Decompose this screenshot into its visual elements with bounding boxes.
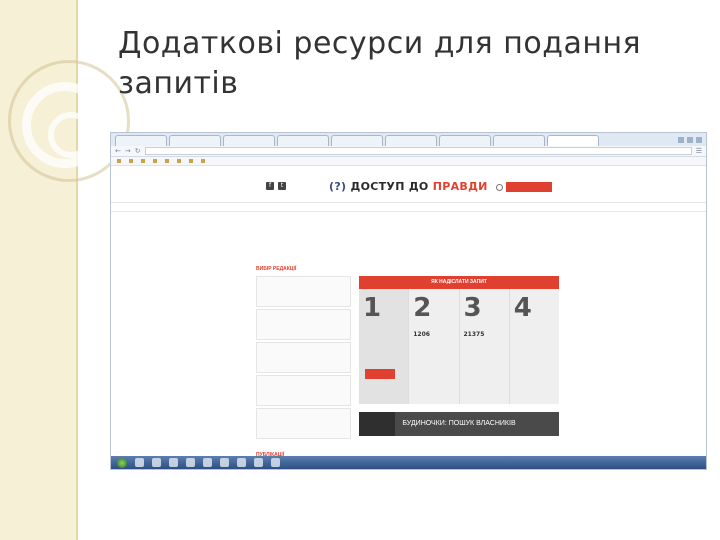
site-main-nav xyxy=(111,202,706,212)
window-controls xyxy=(678,136,706,143)
decorative-ring xyxy=(48,112,94,158)
news-list xyxy=(256,276,351,441)
site-header: f t (?) ДОСТУП ДО ПРАВДИ xyxy=(111,172,706,202)
browser-tab-bar xyxy=(111,133,706,146)
bookmarks-bar xyxy=(111,157,706,166)
news-item[interactable] xyxy=(256,342,351,373)
news-item[interactable] xyxy=(256,309,351,340)
reload-icon[interactable]: ↻ xyxy=(135,147,141,156)
bookmark-item[interactable] xyxy=(141,159,147,164)
step-4[interactable]: 4 xyxy=(510,289,559,404)
step-number: 4 xyxy=(513,293,532,323)
how-to-title: ЯК НАДІСЛАТИ ЗАПИТ xyxy=(359,276,559,289)
bookmark-item[interactable] xyxy=(177,159,183,164)
editors-choice-label: ВИБІР РЕДАКЦІЇ xyxy=(256,266,297,272)
back-icon[interactable]: ← xyxy=(115,147,121,156)
bookmark-item[interactable] xyxy=(189,159,195,164)
minimize-icon[interactable] xyxy=(678,136,684,143)
promo-banner[interactable]: БУДИНОЧКИ: ПОШУК ВЛАСНИКІВ xyxy=(359,412,559,436)
how-to-send-request-panel: ЯК НАДІСЛАТИ ЗАПИТ 1 2 1206 3 21375 4 xyxy=(359,276,559,404)
url-input[interactable] xyxy=(144,147,692,155)
web-page: f t (?) ДОСТУП ДО ПРАВДИ ВИБІР РЕДАКЦІЇ xyxy=(111,166,706,469)
bookmark-item[interactable] xyxy=(117,159,123,164)
step-number: 3 xyxy=(463,293,482,323)
browser-tab[interactable] xyxy=(331,135,383,146)
taskbar-app-icon[interactable] xyxy=(203,458,212,467)
news-item[interactable] xyxy=(256,375,351,406)
news-item[interactable] xyxy=(256,408,351,439)
news-item[interactable] xyxy=(256,276,351,307)
maximize-icon[interactable] xyxy=(687,136,693,143)
bookmark-item[interactable] xyxy=(165,159,171,164)
logo-text-part1: ДОСТУП ДО xyxy=(350,180,429,193)
bookmark-item[interactable] xyxy=(201,159,207,164)
start-button-icon[interactable] xyxy=(117,457,127,468)
create-request-button[interactable] xyxy=(365,369,395,379)
taskbar-app-icon[interactable] xyxy=(237,458,246,467)
step-2[interactable]: 2 1206 xyxy=(409,289,460,404)
site-logo[interactable]: (?) ДОСТУП ДО ПРАВДИ xyxy=(329,180,488,193)
browser-tab[interactable] xyxy=(385,135,437,146)
bookmark-item[interactable] xyxy=(129,159,135,164)
step-3[interactable]: 3 21375 xyxy=(460,289,510,404)
logo-text-part2: ПРАВДИ xyxy=(432,180,488,193)
taskbar-app-icon[interactable] xyxy=(254,458,263,467)
step-1[interactable]: 1 xyxy=(359,289,410,404)
step-count: 21375 xyxy=(463,331,485,338)
forward-icon[interactable]: → xyxy=(125,147,131,156)
step-number: 1 xyxy=(363,293,382,323)
logo-question-mark: (?) xyxy=(329,180,347,193)
taskbar-app-icon[interactable] xyxy=(220,458,229,467)
browser-tab[interactable] xyxy=(277,135,329,146)
browser-tab[interactable] xyxy=(115,135,167,146)
taskbar-app-icon[interactable] xyxy=(169,458,178,467)
windows-taskbar xyxy=(111,456,706,469)
slide-title: Додаткові ресурси для подання запитів xyxy=(118,26,642,101)
bookmark-item[interactable] xyxy=(153,159,159,164)
taskbar-app-icon[interactable] xyxy=(271,458,280,467)
login-button[interactable] xyxy=(506,182,552,192)
browser-tab[interactable] xyxy=(439,135,491,146)
social-links: f t xyxy=(266,182,286,190)
menu-icon[interactable]: ☰ xyxy=(696,147,702,156)
browser-tab[interactable] xyxy=(169,135,221,146)
browser-tab-active[interactable] xyxy=(547,135,599,146)
browser-screenshot: ← → ↻ ☰ f t (?) ДОСТУП ДО ПРАВДИ ВИБІР Р… xyxy=(110,132,707,470)
taskbar-app-icon[interactable] xyxy=(152,458,161,467)
twitter-icon[interactable]: t xyxy=(278,182,286,190)
browser-tab[interactable] xyxy=(493,135,545,146)
step-count: 1206 xyxy=(413,331,430,338)
step-number: 2 xyxy=(413,293,432,323)
taskbar-app-icon[interactable] xyxy=(186,458,195,467)
facebook-icon[interactable]: f xyxy=(266,182,274,190)
slide-side-band xyxy=(0,0,130,540)
browser-tab[interactable] xyxy=(223,135,275,146)
steps-row: 1 2 1206 3 21375 4 xyxy=(359,289,559,404)
address-bar: ← → ↻ ☰ xyxy=(111,146,706,157)
taskbar-app-icon[interactable] xyxy=(135,458,144,467)
close-icon[interactable] xyxy=(696,136,702,143)
search-icon[interactable] xyxy=(496,184,503,191)
